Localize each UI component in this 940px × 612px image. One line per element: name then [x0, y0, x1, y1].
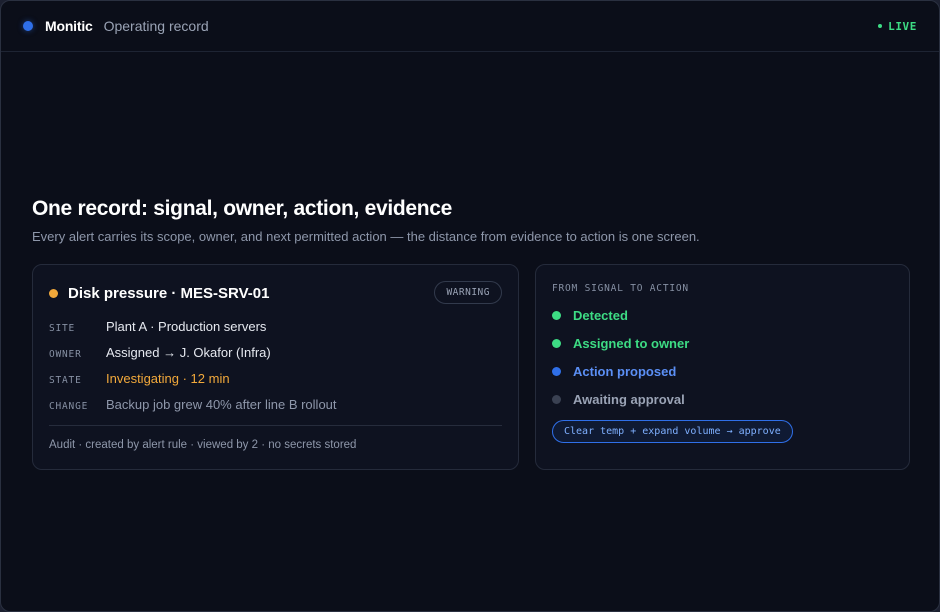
step-label: Action proposed	[573, 364, 677, 379]
row-key: CHANGE	[49, 401, 89, 412]
flow-heading: FROM SIGNAL TO ACTION	[552, 283, 689, 294]
severity-badge: WARNING	[434, 281, 502, 304]
step-label: Awaiting approval	[573, 392, 685, 407]
row-key: OWNER	[49, 349, 82, 360]
step-pending-icon	[552, 395, 561, 404]
alert-header: Disk pressure · MES-SRV-01	[49, 285, 269, 302]
brand-logo-dot	[23, 21, 33, 31]
step-label: Detected	[573, 308, 628, 323]
alert-card[interactable]: Disk pressure · MES-SRV-01 WARNING SITE …	[32, 264, 519, 470]
step-done-icon	[552, 311, 561, 320]
row-key: SITE	[49, 323, 76, 334]
alert-row-change: CHANGE Backup job grew 40% after line B …	[49, 397, 337, 412]
page-description: Every alert carries its scope, owner, an…	[32, 229, 700, 244]
brand-name: Monitic	[45, 18, 93, 34]
row-value: Backup job grew 40% after line B rollout	[106, 397, 337, 412]
flow-step-detected: Detected	[552, 308, 628, 323]
alert-title: Disk pressure · MES-SRV-01	[68, 285, 270, 302]
page-title: One record: signal, owner, action, evide…	[32, 197, 453, 220]
live-dot-icon	[878, 24, 883, 28]
divider	[49, 425, 502, 426]
live-label: LIVE	[888, 19, 917, 33]
step-done-icon	[552, 339, 561, 348]
row-key: STATE	[49, 375, 82, 386]
flow-step-assigned: Assigned to owner	[552, 336, 689, 351]
flow-card: FROM SIGNAL TO ACTION Detected Assigned …	[535, 264, 910, 470]
alert-row-owner: OWNER Assigned → J. Okafor (Infra)	[49, 345, 271, 360]
approve-action-button[interactable]: Clear temp + expand volume → approve	[552, 420, 793, 443]
audit-line: Audit · created by alert rule · viewed b…	[49, 439, 357, 451]
step-label: Assigned to owner	[573, 336, 690, 351]
alert-row-state: STATE Investigating · 12 min	[49, 371, 230, 386]
row-value: Investigating · 12 min	[106, 371, 230, 386]
live-indicator: LIVE	[878, 20, 917, 33]
row-value: Plant A · Production servers	[106, 319, 267, 334]
warning-status-icon	[49, 289, 58, 298]
alert-row-site: SITE Plant A · Production servers	[49, 319, 266, 334]
top-bar: Monitic Operating record LIVE	[1, 1, 939, 52]
flow-step-proposed: Action proposed	[552, 364, 676, 379]
row-value: Assigned → J. Okafor (Infra)	[106, 345, 271, 360]
page-subtitle: Operating record	[103, 18, 209, 34]
step-current-icon	[552, 367, 561, 376]
flow-step-approval: Awaiting approval	[552, 392, 685, 407]
app-window: Monitic Operating record LIVE One record…	[0, 0, 940, 612]
